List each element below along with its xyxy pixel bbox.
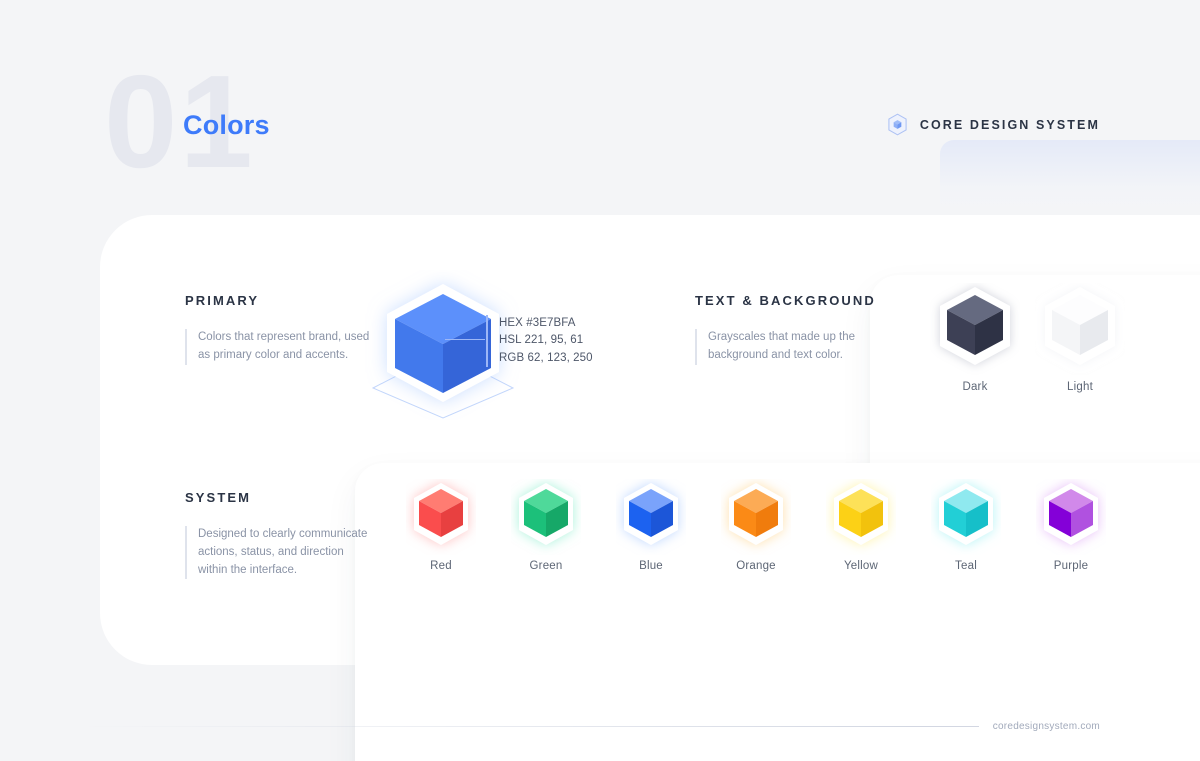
page-header: 01 Colors CORE DESIGN SYSTEM: [0, 0, 1200, 215]
brand-logo: CORE DESIGN SYSTEM: [887, 113, 1100, 136]
text-background-description: Grayscales that made up the background a…: [695, 329, 905, 365]
swatch-label-red: Red: [430, 560, 452, 572]
swatch-orange[interactable]: Orange: [721, 479, 791, 572]
green-cube-icon: [519, 483, 573, 545]
swatch-label-light: Light: [1067, 381, 1093, 393]
page-title: Colors: [183, 110, 270, 140]
system-heading: SYSTEM: [185, 490, 252, 505]
primary-color-spec: HEX #3E7BFA HSL 221, 95, 61 RGB 62, 123,…: [486, 315, 593, 367]
primary-description: Colors that represent brand, used as pri…: [185, 329, 375, 365]
swatch-label-yellow: Yellow: [843, 560, 879, 572]
swatch-blue[interactable]: Blue: [616, 479, 686, 572]
system-description: Designed to clearly communicate actions,…: [185, 526, 375, 580]
swatch-yellow[interactable]: Yellow: [826, 479, 896, 572]
purple-cube-icon: [1044, 483, 1098, 545]
primary-hsl-value: HSL 221, 95, 61: [499, 334, 584, 347]
orange-cube-icon: [729, 483, 783, 545]
red-cube-icon: [414, 483, 468, 545]
system-section-text: SYSTEM Designed to clearly communicate a…: [185, 490, 375, 580]
content-card: PRIMARY Colors that represent brand, use…: [100, 215, 1200, 761]
yellow-cube-icon: [834, 483, 888, 545]
text-background-section-text: TEXT & BACKGROUND Grayscales that made u…: [695, 293, 905, 365]
swatch-label-purple: Purple: [1053, 560, 1089, 572]
text-background-heading: TEXT & BACKGROUND: [695, 293, 876, 308]
primary-spec-connector: [445, 339, 485, 340]
swatch-purple[interactable]: Purple: [1036, 479, 1106, 572]
primary-hex-value: HEX #3E7BFA: [499, 317, 576, 329]
swatch-teal[interactable]: Teal: [931, 479, 1001, 572]
dark-cube-icon: [940, 287, 1010, 365]
swatch-light[interactable]: Light: [1035, 283, 1125, 393]
page-footer: coredesignsystem.com: [0, 716, 1200, 736]
primary-rgb-value: RGB 62, 123, 250: [499, 351, 593, 364]
swatch-label-green: Green: [529, 560, 563, 572]
swatch-red[interactable]: Red: [406, 479, 476, 572]
primary-section-text: PRIMARY Colors that represent brand, use…: [185, 293, 375, 365]
teal-cube-icon: [939, 483, 993, 545]
footer-divider: [78, 725, 979, 727]
swatch-dark[interactable]: Dark: [930, 283, 1020, 393]
brand-name: CORE DESIGN SYSTEM: [919, 117, 1100, 132]
hexagon-cube-logo-icon: [887, 113, 908, 136]
swatch-label-orange: Orange: [736, 560, 776, 572]
blue-cube-icon: [624, 483, 678, 545]
swatch-label-dark: Dark: [962, 381, 988, 393]
primary-heading: PRIMARY: [185, 293, 260, 308]
swatch-green[interactable]: Green: [511, 479, 581, 572]
swatch-label-teal: Teal: [955, 560, 977, 572]
footer-url: coredesignsystem.com: [992, 720, 1100, 732]
light-cube-icon: [1045, 287, 1115, 365]
swatch-label-blue: Blue: [639, 560, 663, 572]
